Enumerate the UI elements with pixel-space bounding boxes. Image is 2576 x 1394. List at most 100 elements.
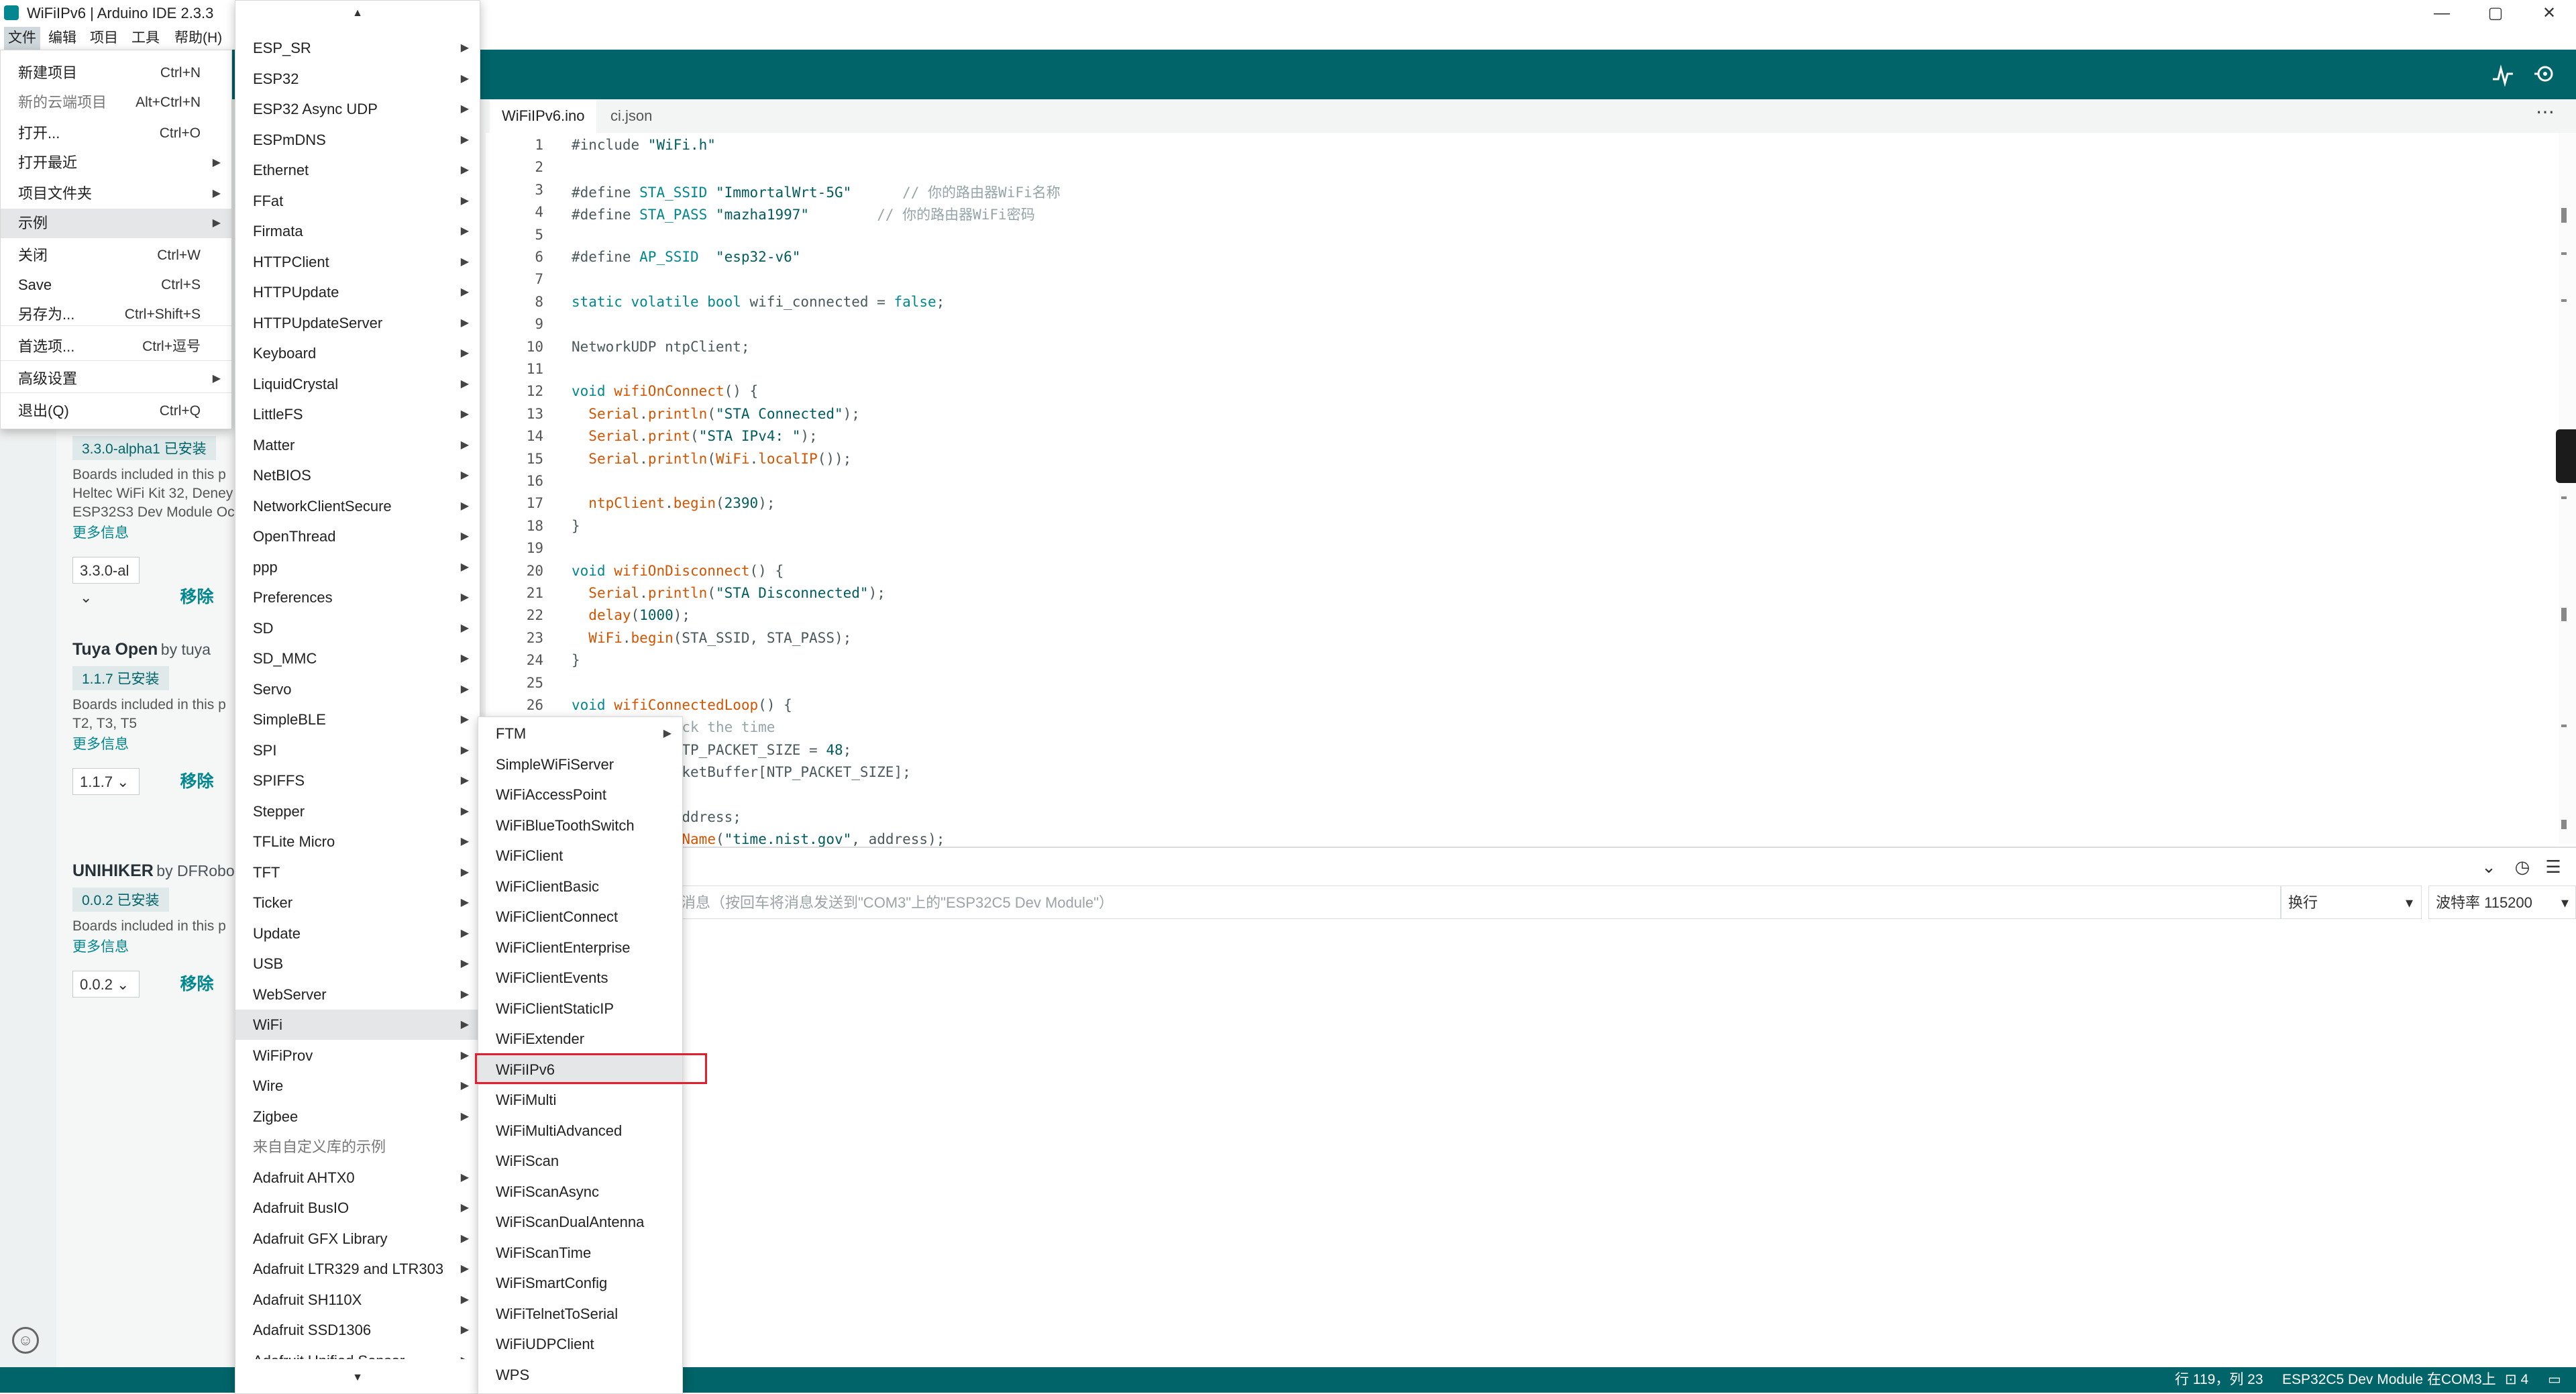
example-ppp[interactable]: ppp ▶ [235, 552, 480, 582]
minimize-button[interactable]: — [2415, 0, 2469, 27]
wifi-example-ftm[interactable]: FTM ▶ [478, 718, 682, 749]
code-line[interactable]: #define STA_PASS "mazha1997" // 你的路由器WiF… [572, 204, 1035, 224]
example-netbios[interactable]: NetBIOS ▶ [235, 460, 480, 490]
wifi-example-wificlientbasic[interactable]: WiFiClientBasic [478, 871, 682, 902]
example-servo[interactable]: Servo ▶ [235, 674, 480, 704]
scroll-thumb[interactable] [2561, 208, 2567, 223]
wifi-example-wifiscan[interactable]: WiFiScan [478, 1146, 682, 1176]
file-menu-item[interactable]: 打开最近 ▶ [1, 148, 231, 178]
editor-scrollbar[interactable] [2559, 133, 2576, 844]
wifi-example-wifiscandualantenna[interactable]: WiFiScanDualAntenna [478, 1207, 682, 1237]
code-line[interactable]: Serial.println("STA Disconnected"); [572, 585, 885, 601]
remove-button[interactable]: 移除 [180, 584, 213, 608]
file-menu-item[interactable]: 打开... Ctrl+O [1, 119, 231, 148]
code-line[interactable]: #define AP_SSID "esp32-v6" [572, 249, 800, 265]
example-preferences[interactable]: Preferences ▶ [235, 582, 480, 612]
serial-message-input[interactable]: 消息（按回车将消息发送到"COM3"上的"ESP32C5 Dev Module"… [486, 886, 2281, 919]
example-usb[interactable]: USB ▶ [235, 949, 480, 979]
code-line[interactable]: static volatile bool wifi_connected = fa… [572, 294, 945, 310]
file-menu-item[interactable]: 项目文件夹 ▶ [1, 179, 231, 209]
wifi-example-wifimultiadvanced[interactable]: WiFiMultiAdvanced [478, 1116, 682, 1146]
example-simpleble[interactable]: SimpleBLE ▶ [235, 704, 480, 735]
file-menu-item[interactable]: 新的云端项目 Alt+Ctrl+N [1, 88, 231, 117]
file-menu-item[interactable]: 高级设置 ▶ [1, 364, 231, 394]
example-tft[interactable]: TFT ▶ [235, 857, 480, 888]
remove-button[interactable]: 移除 [180, 971, 213, 995]
example-wire[interactable]: Wire ▶ [235, 1071, 480, 1101]
wifi-example-wificliententerprise[interactable]: WiFiClientEnterprise [478, 932, 682, 963]
example-openthread[interactable]: OpenThread ▶ [235, 521, 480, 551]
tab-ci-json[interactable]: ci.json [598, 99, 664, 133]
wifi-example-wificlientevents[interactable]: WiFiClientEvents [478, 963, 682, 993]
example-adafruit-ssd1306[interactable]: Adafruit SSD1306 ▶ [235, 1315, 480, 1345]
example-ethernet[interactable]: Ethernet ▶ [235, 155, 480, 185]
example-liquidcrystal[interactable]: LiquidCrystal ▶ [235, 369, 480, 399]
example-firmata[interactable]: Firmata ▶ [235, 216, 480, 246]
maximize-button[interactable]: ▢ [2469, 0, 2522, 27]
code-line[interactable]: #define STA_SSID "ImmortalWrt-5G" // 你的路… [572, 182, 1061, 202]
example-networkclientsecure[interactable]: NetworkClientSecure ▶ [235, 491, 480, 521]
wifi-example-wifiudpclient[interactable]: WiFiUDPClient [478, 1329, 682, 1359]
example-spi[interactable]: SPI ▶ [235, 735, 480, 765]
example-httpclient[interactable]: HTTPClient ▶ [235, 247, 480, 277]
wifi-example-simplewifiserver[interactable]: SimpleWiFiServer [478, 749, 682, 780]
baud-rate-select[interactable]: 波特率 115200 ▾ [2428, 886, 2576, 919]
remove-button[interactable]: 移除 [180, 768, 213, 792]
example-esp32[interactable]: ESP32 ▶ [235, 64, 480, 94]
file-menu-item[interactable]: 新建项目 Ctrl+N [1, 58, 231, 88]
example-ffat[interactable]: FFat ▶ [235, 186, 480, 216]
example-littlefs[interactable]: LittleFS ▶ [235, 399, 480, 429]
serial-plotter-icon[interactable] [2487, 59, 2518, 90]
example-adafruit-gfx-library[interactable]: Adafruit GFX Library ▶ [235, 1224, 480, 1254]
example-adafruit-sh110x[interactable]: Adafruit SH110X ▶ [235, 1285, 480, 1315]
side-panel-handle[interactable] [2556, 429, 2576, 483]
wifi-example-wifimulti[interactable]: WiFiMulti [478, 1085, 682, 1115]
example-wifi[interactable]: WiFi ▶ [235, 1010, 480, 1040]
file-menu-item[interactable]: 关闭 Ctrl+W [1, 241, 231, 270]
notifications-icon[interactable]: ⊡ 4 [2505, 1367, 2528, 1393]
output-panel-icon[interactable]: ▭ [2548, 1367, 2561, 1393]
example-stepper[interactable]: Stepper ▶ [235, 796, 480, 826]
example-webserver[interactable]: WebServer ▶ [235, 979, 480, 1010]
tab-wifiipv6-ino[interactable]: WiFiIPv6.ino [490, 99, 597, 133]
version-select[interactable]: 3.3.0-al ⌄ [72, 557, 140, 606]
code-line[interactable]: } [572, 518, 580, 534]
file-menu-item[interactable]: 首选项... Ctrl+逗号 [1, 332, 231, 362]
example-adafruit-ltr329-and-ltr303[interactable]: Adafruit LTR329 and LTR303 ▶ [235, 1254, 480, 1284]
code-line[interactable]: void wifiOnDisconnect() { [572, 563, 784, 579]
wifi-example-wifitelnettoserial[interactable]: WiFiTelnetToSerial [478, 1299, 682, 1329]
example-wifiprov[interactable]: WiFiProv ▶ [235, 1040, 480, 1071]
code-line[interactable]: NetworkUDP ntpClient; [572, 339, 750, 355]
account-icon[interactable]: ☺ [12, 1327, 39, 1354]
wifi-example-wificlientconnect[interactable]: WiFiClientConnect [478, 902, 682, 932]
close-button[interactable]: ✕ [2522, 0, 2576, 27]
wifi-example-wifiaccesspoint[interactable]: WiFiAccessPoint [478, 780, 682, 810]
example-sd-mmc[interactable]: SD_MMC ▶ [235, 643, 480, 674]
example-adafruit-ahtx0[interactable]: Adafruit AHTX0 ▶ [235, 1163, 480, 1193]
wifi-example-wifismartconfig[interactable]: WiFiSmartConfig [478, 1268, 682, 1298]
file-menu-item[interactable]: 退出(Q) Ctrl+Q [1, 396, 231, 426]
autoscroll-icon[interactable]: ⌄ [2475, 853, 2502, 880]
menu-file[interactable]: 文件 [4, 27, 40, 50]
file-menu-item[interactable]: Save Ctrl+S [1, 270, 231, 300]
example-tflite-micro[interactable]: TFLite Micro ▶ [235, 826, 480, 857]
example-sd[interactable]: SD ▶ [235, 613, 480, 643]
wifi-example-wifibluetoothswitch[interactable]: WiFiBlueToothSwitch [478, 810, 682, 841]
file-menu-item[interactable]: 示例 ▶ [1, 209, 231, 238]
menu-scroll-up-icon[interactable]: ▲ [235, 7, 480, 19]
code-line[interactable]: ntpClient.begin(2390); [572, 495, 775, 511]
code-line[interactable]: } [572, 652, 580, 668]
code-line[interactable]: void wifiConnectedLoop() { [572, 697, 792, 713]
wifi-example-wificlientstaticip[interactable]: WiFiClientStaticIP [478, 994, 682, 1024]
wifi-example-wifiscanasync[interactable]: WiFiScanAsync [478, 1177, 682, 1207]
serial-monitor-icon[interactable] [2529, 59, 2560, 90]
example-zigbee[interactable]: Zigbee ▶ [235, 1102, 480, 1132]
example-ticker[interactable]: Ticker ▶ [235, 888, 480, 918]
example-espmdns[interactable]: ESPmDNS ▶ [235, 125, 480, 155]
cursor-position[interactable]: 行 119，列 23 [2175, 1367, 2263, 1393]
wifi-example-wifiscantime[interactable]: WiFiScanTime [478, 1238, 682, 1268]
example-adafruit-busio[interactable]: Adafruit BusIO ▶ [235, 1193, 480, 1223]
version-select[interactable]: 1.1.7 ⌄ [72, 768, 140, 795]
version-select[interactable]: 0.0.2 ⌄ [72, 971, 140, 998]
example-adafruit-unified-sensor[interactable]: Adafruit Unified Sensor▶ [235, 1346, 480, 1359]
